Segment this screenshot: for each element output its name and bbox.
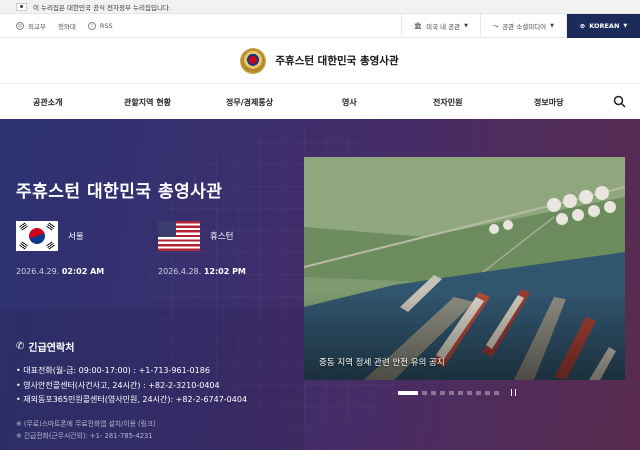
util-link-rss[interactable]: i RSS — [87, 21, 113, 30]
consulate-emblem-logo[interactable] — [241, 48, 266, 73]
share-icon: ⤳ — [493, 21, 499, 30]
slide-caption[interactable]: 중동 지역 정세 관련 안전 유의 공지 — [319, 356, 445, 368]
emergency-notes: ※ (무료)스마트폰에 무료전화앱 설치/이용 (링크) ※ 긴급전화(근무시간… — [16, 418, 156, 442]
korea-flag-icon — [16, 221, 58, 251]
pager-dot[interactable] — [467, 390, 472, 395]
city-name: 휴스턴 — [210, 232, 234, 242]
language-selector[interactable]: ⊕ KOREAN ▼ — [566, 14, 640, 38]
gov-banner: 이 누리집은 대한민국 공식 전자정부 누리집입니다. — [0, 0, 640, 14]
pager-dot[interactable] — [431, 390, 436, 395]
pager-dot[interactable] — [449, 390, 454, 395]
pager-dot[interactable] — [485, 390, 490, 395]
phone-icon: ✆ — [16, 341, 25, 352]
rss-icon: i — [87, 21, 96, 30]
pause-icon[interactable] — [511, 389, 516, 396]
globe-icon: ⊕ — [579, 22, 586, 30]
city-seoul: 서울 — [16, 221, 84, 251]
emergency-title: ✆ 긴급연락처 — [16, 341, 75, 354]
util-link-bluehouse[interactable]: 청와대 — [58, 21, 76, 31]
nav-item-info[interactable]: 정보마당 — [534, 84, 563, 120]
emergency-item: 재외동포365민원콜센터(영사민원, 24시간): +82-2-6747-040… — [16, 393, 247, 408]
pager-dot[interactable] — [458, 390, 463, 395]
site-title[interactable]: 주휴스턴 대한민국 총영사관 — [275, 53, 398, 68]
emergency-item: 대표전화(월-금: 09:00-17:00) : +1-713-961-0186 — [16, 364, 247, 379]
usa-flag-icon — [158, 221, 200, 251]
search-icon[interactable] — [613, 95, 626, 108]
city-name: 서울 — [68, 232, 84, 242]
houston-datetime: 2026.4.28. 12:02 PM — [158, 267, 246, 276]
korea-flag-icon — [16, 2, 27, 11]
site-header: 주휴스턴 대한민국 총영사관 — [0, 38, 640, 84]
seoul-datetime: 2026.4.29. 02:02 AM — [16, 267, 105, 276]
caret-down-icon: ▼ — [464, 23, 468, 29]
port-aerial-photo — [304, 157, 625, 380]
nav-item-about[interactable]: 공관소개 — [33, 84, 62, 120]
nav-item-eservices[interactable]: 전자민원 — [433, 84, 462, 120]
pager-dot[interactable] — [422, 390, 427, 395]
free-call-app-link[interactable]: ※ (무료)스마트폰에 무료전화앱 설치/이용 (링크) — [16, 418, 156, 430]
mission-dropdown[interactable]: 🏛 미국 내 공관 ▼ — [400, 14, 480, 38]
utility-bar: ◎ 외교부 청와대 i RSS 🏛 미국 내 공관 ▼ ⤳ 공관 소셜미디어 ▼ ⊕… — [0, 14, 640, 38]
pager-dot[interactable] — [494, 390, 499, 395]
after-hours-note: ※ 긴급전화(근무시간외): +1- 281-785-4231 — [16, 432, 153, 440]
pager-dot[interactable] — [440, 390, 445, 395]
main-nav: 공관소개 관할지역 현황 정무/경제통상 영사 전자민원 정보마당 — [0, 84, 640, 120]
hero-section: 주휴스턴 대한민국 총영사관 서울 휴스턴 2026.4.29. 02:02 A… — [0, 119, 640, 450]
slide-pager — [398, 389, 516, 396]
pager-dot[interactable] — [398, 390, 418, 395]
caret-down-icon: ▼ — [550, 23, 554, 29]
nav-item-consular[interactable]: 영사 — [342, 84, 357, 120]
nav-item-jurisdiction[interactable]: 관할지역 현황 — [124, 84, 171, 120]
city-houston: 휴스턴 — [158, 221, 233, 251]
building-icon: 🏛 — [413, 22, 423, 30]
emergency-item: 영사안전콜센터(사건사고, 24시간) : +82-2-3210-0404 — [16, 379, 247, 394]
hero-title: 주휴스턴 대한민국 총영사관 — [16, 182, 223, 202]
gov-banner-text: 이 누리집은 대한민국 공식 전자정부 누리집입니다. — [33, 3, 171, 12]
pager-dot[interactable] — [476, 390, 481, 395]
util-link-mofa[interactable]: ◎ 외교부 — [16, 21, 46, 31]
emergency-contacts: ✆ 긴급연락처 대표전화(월-금: 09:00-17:00) : +1-713-… — [0, 309, 304, 450]
emergency-list: 대표전화(월-금: 09:00-17:00) : +1-713-961-0186… — [16, 364, 247, 408]
globe-icon: ◎ — [16, 21, 24, 30]
social-dropdown[interactable]: ⤳ 공관 소셜미디어 ▼ — [480, 14, 566, 38]
news-slide[interactable]: 중동 지역 정세 관련 안전 유의 공지 — [304, 157, 625, 380]
caret-down-icon: ▼ — [623, 23, 628, 29]
nav-item-politics-economy[interactable]: 정무/경제통상 — [226, 84, 273, 120]
